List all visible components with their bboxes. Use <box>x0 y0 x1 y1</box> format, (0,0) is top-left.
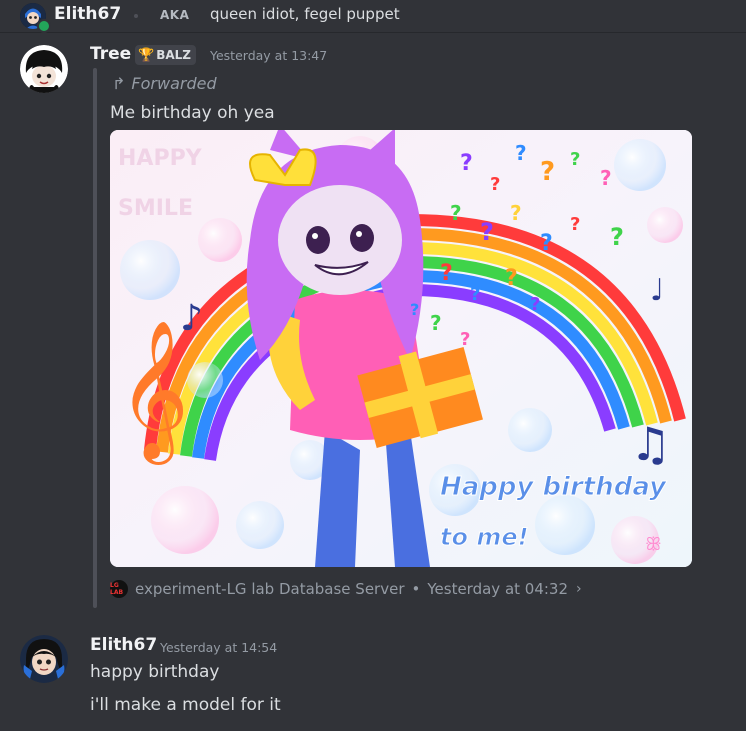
treble-clef-decoration: 𝄞 <box>118 320 189 465</box>
svg-text:?: ? <box>460 151 473 176</box>
aka-names: queen idiot, fegel puppet <box>210 5 400 23</box>
online-status-icon <box>37 19 51 33</box>
birthday-image-attachment[interactable]: HAPPY SMILE 𝄞 ♫ ♪ ♩ ? ? ? ? ? ? ? ? ? ? … <box>110 130 692 567</box>
birthday-artwork: HAPPY SMILE 𝄞 ♫ ♪ ♩ ? ? ? ? ? ? ? ? ? ? … <box>110 130 692 567</box>
header-username[interactable]: Elith67 <box>54 4 121 24</box>
trophy-icon: 🏆 <box>138 47 155 63</box>
svg-text:?: ? <box>480 218 494 246</box>
svg-text:?: ? <box>530 294 540 315</box>
svg-text:?: ? <box>430 311 442 335</box>
message-line-1: happy birthday <box>90 662 220 682</box>
forwarded-label: ↱ Forwarded <box>112 74 217 93</box>
svg-text:?: ? <box>505 266 518 291</box>
source-separator: • <box>411 580 421 598</box>
elith67-avatar[interactable] <box>20 635 68 683</box>
aka-label: AKA <box>160 8 190 22</box>
forward-quote-bar <box>93 68 97 608</box>
image-title-line-2: to me! <box>440 523 529 551</box>
svg-text:?: ? <box>490 174 500 195</box>
svg-text:?: ? <box>410 300 419 319</box>
svg-text:♪: ♪ <box>180 298 203 339</box>
svg-text:?: ? <box>540 157 555 187</box>
svg-text:♩: ♩ <box>650 273 664 308</box>
svg-text:?: ? <box>540 231 553 256</box>
image-title-line-1: Happy birthday <box>440 472 667 502</box>
faded-text-2: SMILE <box>118 196 193 221</box>
source-timestamp: Yesterday at 04:32 <box>427 580 569 598</box>
svg-text:?: ? <box>570 149 580 170</box>
forwarded-message-text: Me birthday oh yea <box>110 103 275 123</box>
svg-text:?: ? <box>450 201 462 225</box>
message-line-2: i'll make a model for it <box>90 695 281 715</box>
butterfly-decoration: ꕥ <box>645 534 662 555</box>
header-separator-dot <box>134 14 138 18</box>
role-tag[interactable]: 🏆 BALZ <box>135 45 196 65</box>
message-author[interactable]: Tree <box>90 44 131 64</box>
forward-arrow-icon: ↱ <box>112 74 126 93</box>
role-tag-label: BALZ <box>156 48 191 62</box>
dm-header: Elith67 AKA queen idiot, fegel puppet <box>0 0 746 33</box>
svg-text:?: ? <box>460 329 470 350</box>
message-timestamp[interactable]: Yesterday at 14:54 <box>160 640 277 655</box>
tree-avatar[interactable] <box>20 45 68 93</box>
svg-text:♫: ♫ <box>630 417 671 471</box>
message-author[interactable]: Elith67 <box>90 635 157 655</box>
svg-text:?: ? <box>440 261 453 286</box>
forward-source[interactable]: LG LAB experiment-LG lab Database Server… <box>110 580 582 598</box>
svg-text:?: ? <box>515 141 527 165</box>
server-icon: LG LAB <box>110 580 128 598</box>
svg-text:?: ? <box>600 166 612 190</box>
chevron-right-icon: › <box>576 581 582 597</box>
source-server-name: experiment-LG lab Database Server <box>135 580 405 598</box>
faded-text-1: HAPPY <box>118 146 203 171</box>
svg-text:?: ? <box>470 284 480 305</box>
svg-text:?: ? <box>570 214 580 235</box>
forwarded-text: Forwarded <box>131 74 217 93</box>
svg-text:?: ? <box>510 201 522 225</box>
message-timestamp[interactable]: Yesterday at 13:47 <box>210 48 327 63</box>
svg-text:?: ? <box>610 223 624 251</box>
